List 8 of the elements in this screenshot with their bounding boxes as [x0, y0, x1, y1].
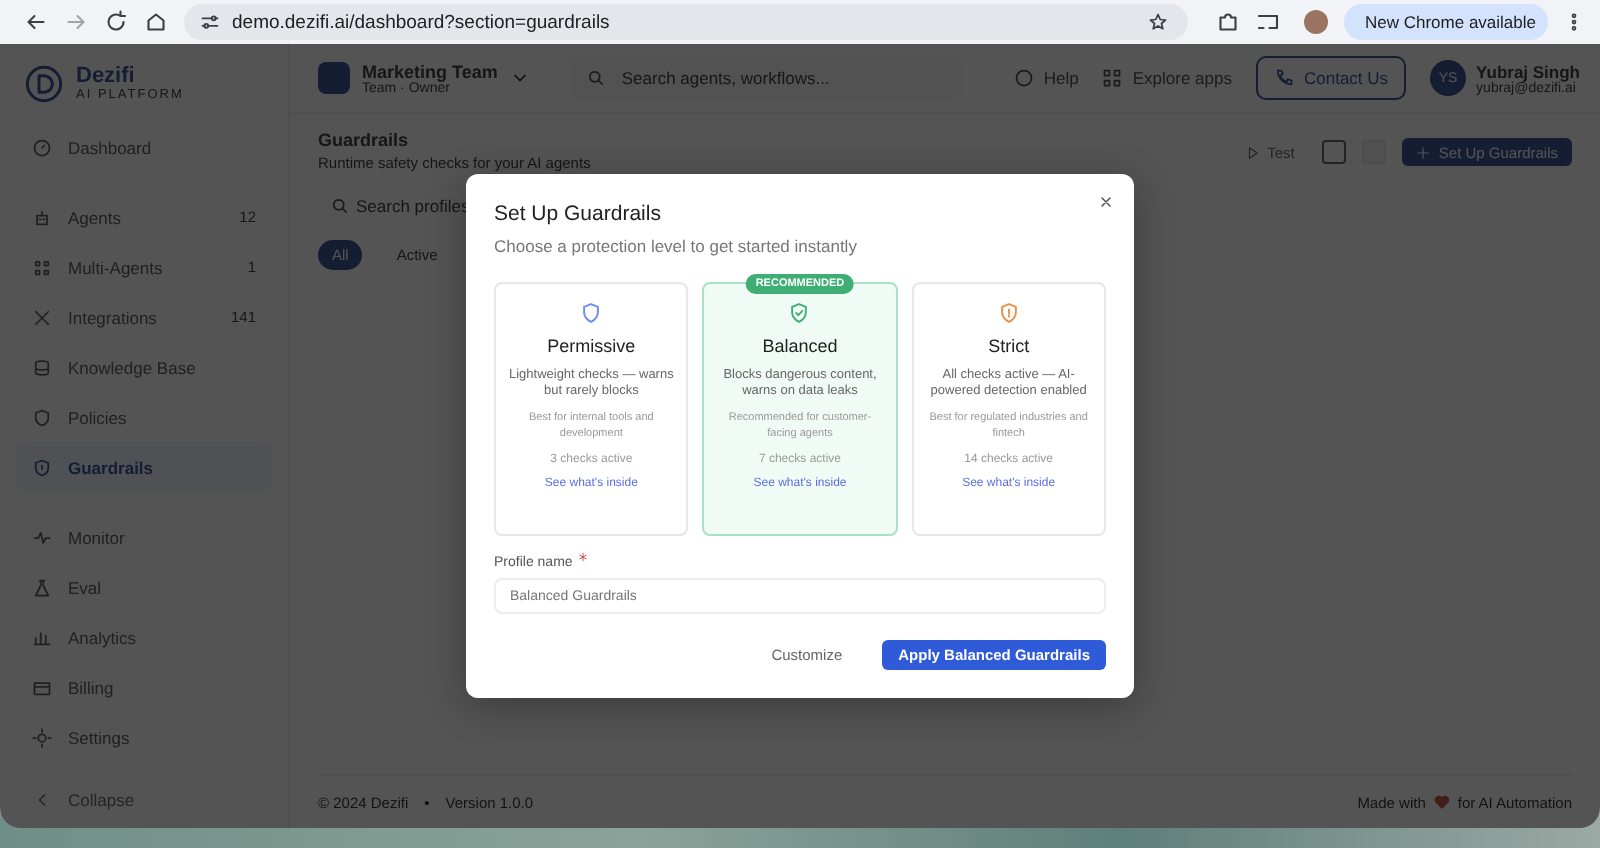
option-name: Balanced: [762, 336, 838, 356]
brand-name: Dezifi: [76, 64, 137, 89]
page-title: Guardrails: [318, 130, 411, 150]
option-name: Strict: [988, 336, 1030, 356]
dialog-title: Set Up Guardrails: [494, 202, 663, 226]
dialog-subtitle: Choose a protection level to get started instantly: [494, 236, 859, 256]
user-name: Yubraj Singh: [1476, 61, 1580, 81]
option-name: Permissive: [547, 336, 636, 356]
